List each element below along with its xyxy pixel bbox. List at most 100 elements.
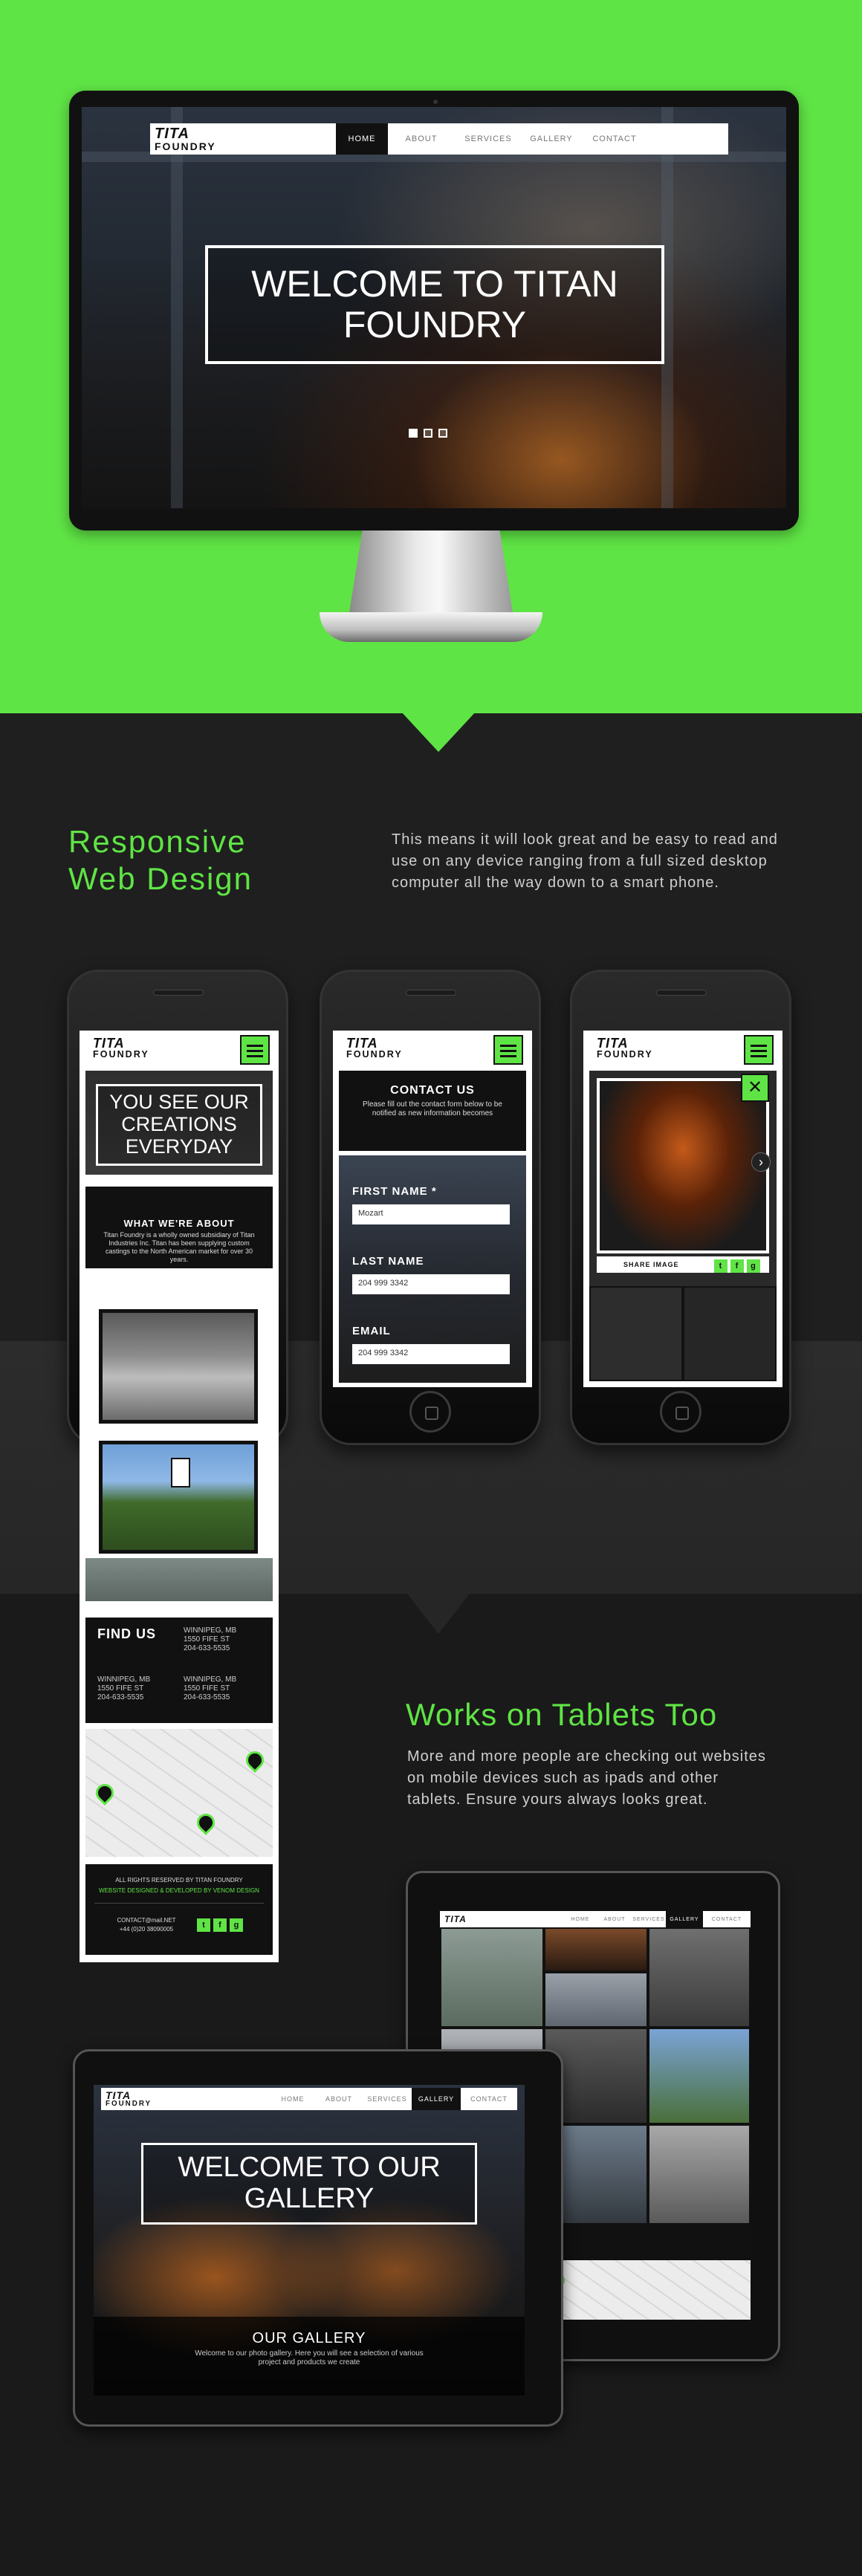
- next-arrow-icon[interactable]: ›: [751, 1152, 771, 1172]
- nav-services[interactable]: SERVICES: [632, 1911, 666, 1927]
- gallery-tile[interactable]: [648, 2028, 751, 2124]
- googleplus-icon[interactable]: g: [747, 1259, 760, 1273]
- footer-contact: CONTACT@mail.NET +44 (0)20 38090005: [102, 1916, 191, 1934]
- photo-building[interactable]: [99, 1441, 258, 1554]
- location-phone: 204-633-5535: [97, 1693, 144, 1701]
- gallery-tile[interactable]: [648, 1927, 751, 2028]
- nav-home[interactable]: HOME: [270, 2088, 315, 2110]
- share-label: SHARE IMAGE: [623, 1261, 679, 1268]
- slider-dot[interactable]: [438, 429, 447, 438]
- tablets-heading: Works on Tablets Too: [406, 1697, 718, 1732]
- location-map[interactable]: [85, 1729, 273, 1857]
- nav-gallery[interactable]: GALLERY: [412, 2088, 461, 2110]
- menu-button[interactable]: [493, 1035, 523, 1065]
- location-street: 1550 FIFE ST: [184, 1635, 230, 1644]
- gallery-tile[interactable]: [589, 1286, 683, 1381]
- first-name-field[interactable]: Mozart: [352, 1204, 510, 1224]
- tablet-front-screen: TITA FOUNDRY HOME ABOUT SERVICES GALLERY…: [94, 2085, 525, 2395]
- gallery-overlay: ✕ › SHARE IMAGE tfg: [589, 1071, 777, 1381]
- photo-castings[interactable]: [99, 1309, 258, 1424]
- facebook-icon[interactable]: f: [730, 1259, 744, 1273]
- gallery-tile[interactable]: [648, 2124, 751, 2225]
- hero-title: WELCOME TO TITAN FOUNDRY: [205, 245, 664, 364]
- site-logo[interactable]: TITA FOUNDRY: [150, 123, 336, 155]
- gallery-tile[interactable]: [683, 1286, 777, 1381]
- location-2: WINNIPEG, MB 1550 FIFE ST 204-633-5535: [97, 1675, 150, 1702]
- nav-services[interactable]: SERVICES: [455, 123, 522, 155]
- building-sign: [171, 1458, 190, 1487]
- gallery-tile[interactable]: [544, 1927, 648, 1972]
- gallery-tile[interactable]: [544, 1972, 648, 2028]
- menu-button[interactable]: [240, 1035, 270, 1065]
- twitter-icon[interactable]: t: [197, 1918, 210, 1932]
- map-pin-icon[interactable]: [242, 1748, 268, 1773]
- logo-subtext: FOUNDRY: [106, 2100, 152, 2109]
- nav-services[interactable]: SERVICES: [363, 2088, 412, 2110]
- responsive-heading: Responsive Web Design: [68, 823, 253, 898]
- location-city: WINNIPEG, MB: [97, 1675, 151, 1684]
- slider-dot[interactable]: [424, 429, 432, 438]
- gallery-tile[interactable]: [440, 1927, 544, 2028]
- nav-about[interactable]: ABOUT: [388, 123, 455, 155]
- location-phone: 204-633-5535: [184, 1693, 230, 1701]
- phone-speaker: [406, 990, 456, 996]
- factory-column: [171, 107, 183, 508]
- map-pin-icon[interactable]: [92, 1780, 117, 1806]
- nav-about[interactable]: ABOUT: [315, 2088, 363, 2110]
- photo-strip: [85, 1558, 273, 1601]
- location-city: WINNIPEG, MB: [184, 1675, 237, 1684]
- tablet-navbar: TITA HOME ABOUT SERVICES GALLERY CONTACT: [440, 1911, 751, 1927]
- phone-gallery-screen: TITA FOUNDRY ✕ › SHARE IMAGE tfg: [583, 1031, 782, 1387]
- last-name-label: LAST NAME: [352, 1255, 424, 1268]
- location-3: WINNIPEG, MB 1550 FIFE ST 204-633-5535: [184, 1675, 236, 1702]
- footer-email[interactable]: CONTACT@mail.NET: [102, 1916, 191, 1925]
- first-name-label: FIRST NAME *: [352, 1185, 437, 1198]
- share-bar: SHARE IMAGE tfg: [597, 1256, 769, 1273]
- responsive-description: This means it will look great and be eas…: [392, 831, 778, 891]
- last-name-field[interactable]: 204 999 3342: [352, 1274, 510, 1294]
- desktop-screen: TITA FOUNDRY HOME ABOUT SERVICES GALLERY…: [82, 107, 786, 508]
- menu-button[interactable]: [744, 1035, 774, 1065]
- nav-contact[interactable]: CONTACT: [581, 123, 648, 155]
- logo-text: TITA: [93, 1036, 125, 1051]
- nav-home[interactable]: HOME: [563, 1911, 597, 1927]
- home-button[interactable]: [409, 1391, 451, 1433]
- about-panel: WHAT WE'RE ABOUT Titan Foundry is a whol…: [85, 1187, 273, 1268]
- close-icon[interactable]: ✕: [741, 1074, 769, 1102]
- footer-credit[interactable]: WEBSITE DESIGNED & DEVELOPED BY VENOM DE…: [85, 1886, 273, 1895]
- nav-gallery[interactable]: GALLERY: [666, 1911, 703, 1927]
- gallery-intro: OUR GALLERY Welcome to our photo gallery…: [94, 2317, 525, 2395]
- nav-contact[interactable]: CONTACT: [703, 1911, 751, 1927]
- logo-text: TITA: [444, 1914, 467, 1924]
- site-logo[interactable]: TITA FOUNDRY: [592, 1036, 653, 1060]
- logo-subtext: FOUNDRY: [346, 1049, 403, 1060]
- slider-dot[interactable]: [409, 429, 418, 438]
- nav-about[interactable]: ABOUT: [597, 1911, 632, 1927]
- contact-panel: CONTACT US Please fill out the contact f…: [339, 1071, 526, 1151]
- nav-home[interactable]: HOME: [336, 123, 388, 155]
- phone-contact-screen: TITA FOUNDRY CONTACT US Please fill out …: [333, 1031, 532, 1387]
- tablets-description: More and more people are checking out we…: [407, 1748, 766, 1808]
- share-icons: tfg: [713, 1258, 762, 1274]
- footer-divider: [94, 1903, 264, 1904]
- email-field[interactable]: 204 999 3342: [352, 1344, 510, 1364]
- site-logo[interactable]: TITA FOUNDRY: [101, 2088, 270, 2110]
- lightbox-image[interactable]: [597, 1078, 769, 1253]
- site-logo[interactable]: TITA FOUNDRY: [88, 1036, 149, 1060]
- site-logo[interactable]: TITA: [440, 1911, 563, 1927]
- home-button[interactable]: [660, 1391, 701, 1433]
- googleplus-icon[interactable]: g: [230, 1918, 243, 1932]
- hero-title: WELCOME TO OUR GALLERY: [141, 2143, 477, 2225]
- tablet-navbar: TITA FOUNDRY HOME ABOUT SERVICES GALLERY…: [101, 2088, 517, 2110]
- location-city: WINNIPEG, MB: [184, 1626, 237, 1635]
- map-pin-icon[interactable]: [193, 1810, 218, 1835]
- facebook-icon[interactable]: f: [213, 1918, 227, 1932]
- footer-phone: +44 (0)20 38090005: [119, 1926, 174, 1933]
- site-logo[interactable]: TITA FOUNDRY: [342, 1036, 403, 1060]
- twitter-icon[interactable]: t: [714, 1259, 727, 1273]
- nav-contact[interactable]: CONTACT: [461, 2088, 517, 2110]
- desktop-navbar: TITA FOUNDRY HOME ABOUT SERVICES GALLERY…: [150, 123, 728, 155]
- nav-gallery[interactable]: GALLERY: [522, 123, 581, 155]
- contact-title: CONTACT US: [390, 1084, 475, 1097]
- hero-banner: YOU SEE OUR CREATIONS EVERYDAY: [85, 1071, 273, 1175]
